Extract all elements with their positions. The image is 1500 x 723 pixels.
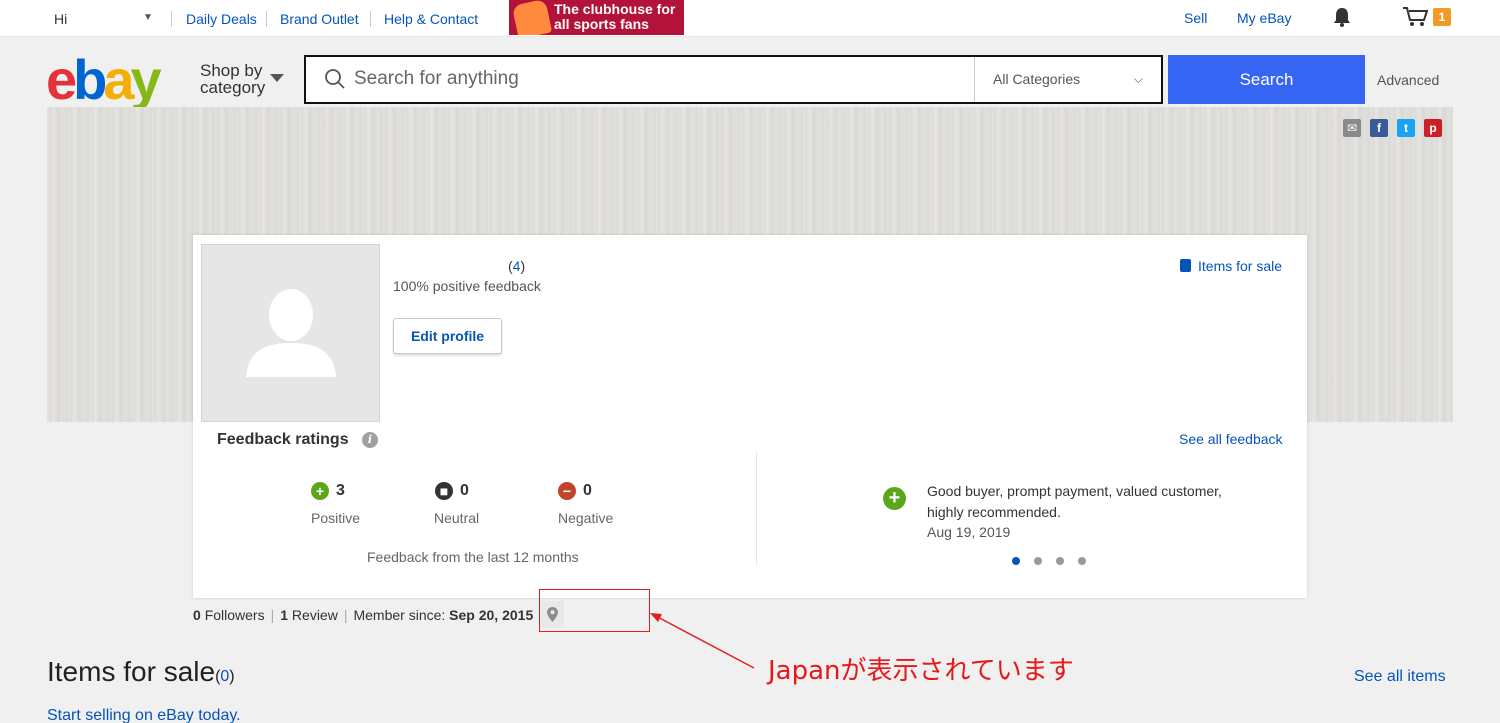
advanced-search-link[interactable]: Advanced (1377, 72, 1439, 88)
email-share-icon[interactable]: ✉ (1343, 119, 1361, 137)
annotation-highlight-box (539, 589, 650, 632)
annotation-text: Japanが表示されています (768, 656, 1074, 686)
search-icon (325, 69, 345, 89)
logo-letter: y (130, 48, 162, 111)
negative-label: Negative (558, 510, 614, 526)
edit-profile-button[interactable]: Edit profile (393, 318, 502, 354)
search-input[interactable] (354, 65, 954, 93)
cart-icon[interactable] (1402, 6, 1430, 28)
followers-label[interactable]: Followers (205, 607, 265, 623)
logo-letter: a (103, 48, 134, 111)
search-bar: All Categories ⌵ (304, 55, 1163, 104)
annotation-arrow-icon (650, 613, 755, 669)
carousel-dot[interactable] (1078, 557, 1086, 565)
brand-outlet-link[interactable]: Brand Outlet (280, 11, 359, 27)
followers-count: 0 (193, 607, 201, 623)
search-button[interactable]: Search (1168, 55, 1365, 104)
divider (171, 11, 172, 27)
user-silhouette-icon (246, 289, 336, 377)
logo-letter: e (46, 48, 77, 111)
promo-text: The clubhouse for all sports fans (554, 1, 676, 32)
member-since-label: Member since: (353, 607, 446, 623)
feedback-period: Feedback from the last 12 months (367, 549, 579, 565)
category-label: category (200, 78, 266, 97)
items-for-sale-link[interactable]: Items for sale (1180, 258, 1282, 274)
items-count-link[interactable]: 0 (220, 668, 229, 685)
username-redacted (390, 252, 505, 276)
items-for-sale-heading: Items for sale(0) (47, 656, 235, 687)
sell-link[interactable]: Sell (1184, 10, 1207, 26)
top-nav-bar: Hi ▼ Daily Deals Brand Outlet Help & Con… (0, 0, 1500, 37)
see-all-feedback-link[interactable]: See all feedback (1179, 431, 1283, 447)
feedback-score-link[interactable]: 4 (513, 258, 521, 274)
ebay-logo[interactable]: ebay (46, 52, 162, 108)
carousel-dot-active[interactable] (1012, 557, 1020, 565)
chevron-down-icon[interactable]: ▼ (143, 12, 153, 23)
cart-count-badge: 1 (1433, 8, 1451, 26)
feedback-comment: Good buyer, prompt payment, valued custo… (927, 483, 1222, 520)
feedback-score[interactable]: (4) (508, 258, 525, 274)
member-since-date: Sep 20, 2015 (449, 607, 534, 623)
chevron-down-icon[interactable] (270, 74, 284, 82)
divider (756, 452, 757, 565)
start-selling-link[interactable]: Start selling on eBay today. (47, 707, 241, 723)
facebook-share-icon[interactable]: f (1370, 119, 1388, 137)
carousel-dot[interactable] (1034, 557, 1042, 565)
positive-label: Positive (311, 510, 361, 526)
neutral-count[interactable]: 0 (460, 482, 469, 500)
help-contact-link[interactable]: Help & Contact (384, 11, 478, 27)
twitter-share-icon[interactable]: t (1397, 119, 1415, 137)
positive-icon: + (311, 482, 329, 500)
daily-deals-link[interactable]: Daily Deals (186, 11, 257, 27)
positive-comment-icon: + (883, 487, 906, 510)
carousel-dot[interactable] (1056, 557, 1064, 565)
chevron-down-icon: ⌵ (1133, 72, 1143, 86)
greeting-menu[interactable]: Hi (54, 11, 67, 27)
shop-by-category-button[interactable]: Shop by category (200, 62, 265, 96)
items-title-text: Items for sale (47, 656, 216, 687)
negative-count[interactable]: 0 (583, 482, 592, 500)
shopping-bag-icon (1180, 259, 1191, 272)
avatar (201, 244, 380, 422)
positive-feedback-percent: 100% positive feedback (393, 278, 541, 294)
neutral-label: Neutral (434, 510, 480, 526)
neutral-icon: ■ (435, 482, 453, 500)
divider (370, 11, 371, 27)
category-value: All Categories (993, 71, 1081, 87)
category-select[interactable]: All Categories ⌵ (974, 57, 1161, 102)
see-all-items-link[interactable]: See all items (1354, 668, 1446, 686)
member-info-line: 0 Followers | 1 Review | Member since: Sep 2… (193, 607, 534, 623)
reviews-count: 1 (280, 607, 289, 623)
foam-finger-icon (511, 0, 553, 35)
negative-icon: − (558, 482, 576, 500)
pinterest-share-icon[interactable]: p (1424, 119, 1442, 137)
promo-banner[interactable]: The clubhouse for all sports fans (509, 0, 684, 35)
feedback-ratings-title: Feedback ratings (217, 431, 349, 448)
positive-count[interactable]: 3 (336, 482, 345, 500)
logo-letter: b (73, 48, 107, 111)
items-for-sale-label: Items for sale (1198, 258, 1283, 274)
info-icon[interactable]: i (362, 432, 378, 448)
my-ebay-link[interactable]: My eBay (1237, 10, 1291, 26)
divider (266, 11, 267, 27)
bell-icon[interactable] (1333, 7, 1351, 27)
shop-by-label: Shop by (200, 61, 263, 80)
feedback-comment-date: Aug 19, 2019 (927, 524, 1011, 540)
reviews-label[interactable]: Review (292, 607, 338, 623)
